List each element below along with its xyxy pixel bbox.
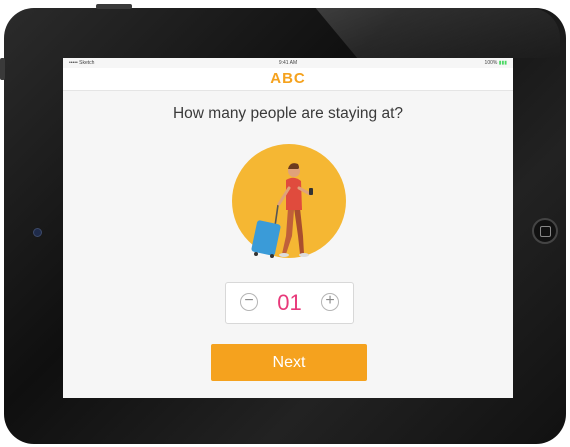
nav-bar: ABC xyxy=(63,68,513,91)
status-time: 9:41 AM xyxy=(278,60,298,66)
plus-icon[interactable]: + xyxy=(321,293,339,311)
battery-icon: ▮▮▮ xyxy=(498,60,507,66)
battery-percent: 100% xyxy=(484,60,498,66)
people-count-stepper: − 01 + xyxy=(225,282,354,324)
traveler-illustration xyxy=(232,144,346,258)
status-bar: ••••• Sketch 9:41 AM 100% ▮▮▮ xyxy=(63,58,513,68)
app-screen: ••••• Sketch 9:41 AM 100% ▮▮▮ ABC How ma… xyxy=(63,58,513,398)
home-button[interactable] xyxy=(532,218,558,244)
volume-button xyxy=(0,58,5,80)
power-button xyxy=(96,4,132,9)
page-question: How many people are staying at? xyxy=(172,105,404,122)
app-logo: ABC xyxy=(270,70,306,87)
next-button[interactable]: Next xyxy=(211,344,367,381)
front-camera xyxy=(33,228,42,237)
battery-status: 100% ▮▮▮ xyxy=(485,60,507,66)
